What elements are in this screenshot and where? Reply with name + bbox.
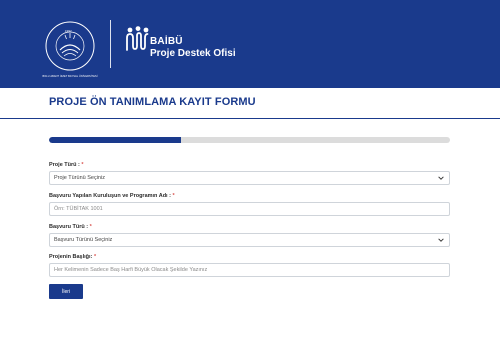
- required-mark: *: [93, 254, 97, 260]
- chevron-down-icon: [437, 174, 445, 182]
- applied-program-label: Başvuru Yapılan Kuruluşun ve Programın A…: [49, 193, 175, 199]
- application-type-value: Başvuru Türünü Seçiniz: [54, 237, 113, 243]
- progress-fill: [49, 137, 182, 143]
- project-title-placeholder: Her Kelimenin Sadece Baş Harfi Büyük Ola…: [54, 267, 208, 273]
- next-button[interactable]: İleri: [49, 284, 83, 299]
- chevron-down-icon: [437, 236, 445, 244]
- project-type-value: Proje Türünü Seçiniz: [54, 175, 105, 181]
- header-divider: [110, 20, 111, 68]
- project-type-select[interactable]: Proje Türünü Seçiniz: [49, 171, 450, 185]
- seal-year: 1992: [65, 29, 72, 33]
- applied-program-input[interactable]: Örn: TÜBİTAK 1001: [49, 202, 450, 216]
- required-mark: *: [81, 162, 84, 168]
- brand-name: BAİBÜ: [150, 36, 183, 47]
- application-type-label: Başvuru Türü : *: [49, 224, 92, 230]
- site-header: 1992 BOLU ABANT İZZET BAYSAL ÜNİVERSİTES…: [0, 0, 500, 88]
- project-title-label: Projenin Başlığı: *: [49, 254, 97, 260]
- project-title-input[interactable]: Her Kelimenin Sadece Baş Harfi Büyük Ola…: [49, 263, 450, 277]
- page-title: PROJE ÖN TANIMLAMA KAYIT FORMU: [49, 96, 256, 108]
- required-mark: *: [172, 193, 175, 199]
- progress-bar: [49, 137, 450, 143]
- required-mark: *: [89, 224, 92, 230]
- seal-text: BOLU ABANT İZZET BAYSAL ÜNİVERSİTESİ: [42, 75, 98, 78]
- university-seal-icon[interactable]: [44, 20, 96, 72]
- project-type-label: Proje Türü : *: [49, 162, 84, 168]
- brand-subtitle: Proje Destek Ofisi: [150, 48, 236, 59]
- application-type-select[interactable]: Başvuru Türünü Seçiniz: [49, 233, 450, 247]
- applied-program-placeholder: Örn: TÜBİTAK 1001: [54, 206, 103, 212]
- title-divider: [0, 118, 500, 119]
